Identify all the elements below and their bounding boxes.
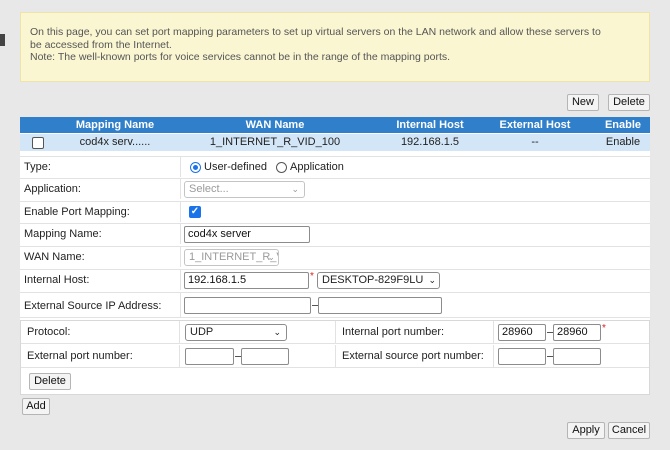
mapping-name-row: Mapping Name: cod4x server xyxy=(20,223,650,244)
new-button[interactable]: New xyxy=(567,94,599,111)
enable-port-mapping-checkbox[interactable]: ✓ xyxy=(189,206,201,218)
cell-mapping-name: cod4x serv...... xyxy=(79,136,151,148)
mapping-name-label: Mapping Name: xyxy=(24,228,102,240)
cell-external-host: -- xyxy=(531,136,539,148)
protocol-select-value: UDP xyxy=(190,326,214,338)
chevron-down-icon: ⌄ xyxy=(267,252,275,262)
external-source-ip-row: External Source IP Address: xyxy=(20,292,650,318)
apply-button[interactable]: Apply xyxy=(567,422,605,439)
info-notice: On this page, you can set port mapping p… xyxy=(20,12,650,82)
protocol-row: Protocol: UDP ⌄ Internal port number: 28… xyxy=(21,321,649,344)
port-mapping-panel: Mapping Name WAN Name Internal Host Exte… xyxy=(20,117,650,322)
notice-line-3: Note: The well-known ports for voice ser… xyxy=(30,51,451,63)
notice-line-2: be accessed from the Internet. xyxy=(30,38,172,51)
internal-port-start-input[interactable]: 28960 xyxy=(498,324,546,341)
wan-name-select[interactable]: 1_INTERNET_R_VI ⌄ xyxy=(184,249,279,266)
external-port-end-input[interactable] xyxy=(241,348,289,365)
column-divider xyxy=(180,293,181,317)
column-divider xyxy=(335,321,336,343)
radio-application-label[interactable]: Application xyxy=(290,157,344,177)
header-enable: Enable xyxy=(604,119,642,131)
column-divider xyxy=(493,345,494,367)
table-header: Mapping Name WAN Name Internal Host Exte… xyxy=(20,117,650,133)
device-select-value: DESKTOP-829F9LU xyxy=(322,274,424,286)
chevron-down-icon: ⌄ xyxy=(428,273,436,288)
chevron-down-icon: ⌄ xyxy=(291,184,299,194)
column-divider xyxy=(180,247,181,267)
header-internal-host: Internal Host xyxy=(396,119,464,131)
wan-name-row: WAN Name: 1_INTERNET_R_VI ⌄ xyxy=(20,246,650,267)
header-mapping-name: Mapping Name xyxy=(75,119,155,131)
column-divider xyxy=(180,270,181,290)
radio-user-defined-label[interactable]: User-defined xyxy=(204,157,267,177)
cell-wan-name: 1_INTERNET_R_VID_100 xyxy=(209,136,341,148)
column-divider xyxy=(180,202,181,222)
radio-application[interactable] xyxy=(276,162,287,173)
delete-button[interactable]: Delete xyxy=(608,94,650,111)
cell-internal-host: 192.168.1.5 xyxy=(400,136,460,148)
application-select-value: Select... xyxy=(189,183,229,195)
required-marker: * xyxy=(310,271,314,282)
protocol-select[interactable]: UDP ⌄ xyxy=(185,324,287,341)
external-source-port-start-input[interactable] xyxy=(498,348,546,365)
external-port-row: External port number: External source po… xyxy=(21,345,649,368)
table-row[interactable]: cod4x serv...... 1_INTERNET_R_VID_100 19… xyxy=(20,134,650,151)
type-label: Type: xyxy=(24,161,51,173)
required-marker: * xyxy=(602,323,606,334)
internal-host-label: Internal Host: xyxy=(24,274,90,286)
mapping-name-input[interactable]: cod4x server xyxy=(184,226,310,243)
column-divider xyxy=(493,321,494,343)
column-divider xyxy=(180,157,181,177)
notice-line-1: On this page, you can set port mapping p… xyxy=(30,26,601,38)
external-source-port-end-input[interactable] xyxy=(553,348,601,365)
internal-host-input[interactable]: 192.168.1.5 xyxy=(184,272,309,289)
column-divider xyxy=(335,345,336,367)
cancel-button[interactable]: Cancel xyxy=(608,422,650,439)
add-button[interactable]: Add xyxy=(22,398,50,415)
external-source-port-label: External source port number: xyxy=(342,350,484,362)
external-source-ip-end-input[interactable] xyxy=(318,297,442,314)
internal-port-label: Internal port number: xyxy=(342,326,445,338)
column-divider xyxy=(180,224,181,244)
external-source-ip-start-input[interactable] xyxy=(184,297,311,314)
row-checkbox[interactable] xyxy=(32,137,44,149)
column-divider xyxy=(179,321,180,343)
cell-enable: Enable xyxy=(605,136,641,148)
radio-user-defined[interactable] xyxy=(190,162,201,173)
header-external-host: External Host xyxy=(499,119,571,131)
internal-port-end-input[interactable]: 28960 xyxy=(553,324,601,341)
port-range-subpanel: Protocol: UDP ⌄ Internal port number: 28… xyxy=(20,320,650,395)
external-port-label: External port number: xyxy=(27,350,133,362)
header-wan-name: WAN Name xyxy=(245,119,305,131)
application-row: Application: Select... ⌄ xyxy=(20,178,650,199)
internal-host-device-select[interactable]: DESKTOP-829F9LU ⌄ xyxy=(317,272,440,289)
type-row: Type: User-defined Application xyxy=(20,156,650,177)
enable-port-mapping-label: Enable Port Mapping: xyxy=(24,206,130,218)
enable-row: Enable Port Mapping: ✓ xyxy=(20,201,650,222)
external-source-ip-label: External Source IP Address: xyxy=(24,300,162,312)
protocol-label: Protocol: xyxy=(27,326,71,338)
column-divider xyxy=(179,345,180,367)
wan-name-label: WAN Name: xyxy=(24,251,85,263)
application-label: Application: xyxy=(24,183,81,195)
column-divider xyxy=(180,179,181,199)
wan-name-select-value: 1_INTERNET_R_VI xyxy=(189,251,279,263)
chevron-down-icon: ⌄ xyxy=(273,327,281,337)
external-port-start-input[interactable] xyxy=(185,348,234,365)
application-select[interactable]: Select... ⌄ xyxy=(184,181,305,198)
left-edge-marker xyxy=(0,34,5,46)
internal-host-row: Internal Host: 192.168.1.5 * DESKTOP-829… xyxy=(20,269,650,290)
delete-port-range-button[interactable]: Delete xyxy=(29,373,71,390)
